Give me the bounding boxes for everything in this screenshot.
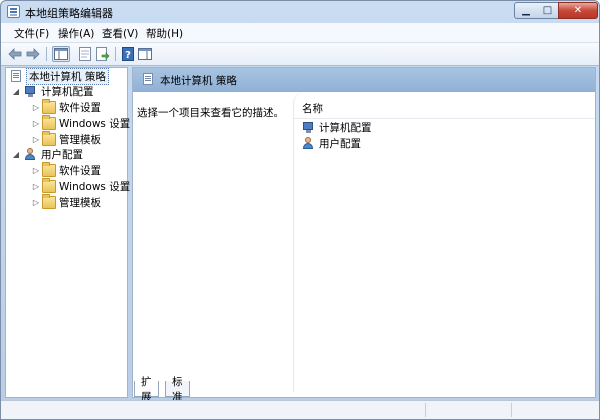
forward-icon[interactable] [25, 46, 41, 62]
status-cell [425, 403, 426, 417]
tab-extended[interactable]: 扩展 [134, 376, 159, 403]
expand-icon[interactable]: ▷ [32, 103, 40, 112]
tree-item-windows-settings[interactable]: ▷ Windows 设置 [32, 178, 131, 194]
policy-icon [141, 73, 155, 86]
tree-item-software-settings[interactable]: ▷ 软件设置 [32, 162, 101, 178]
collapse-icon[interactable]: ◢ [12, 87, 20, 96]
tab-standard[interactable]: 标准 [165, 376, 190, 403]
items-list[interactable]: 名称 计算机配置 用户配置 [293, 92, 595, 392]
tree-item-label: 计算机配置 [41, 86, 94, 98]
expand-icon[interactable]: ▷ [32, 182, 40, 191]
folder-icon [42, 99, 56, 114]
tree-item-admin-templates[interactable]: ▷ 管理模板 [32, 194, 101, 210]
tree-item-admin-templates[interactable]: ▷ 管理模板 [32, 131, 101, 147]
menu-view[interactable]: 查看(V) [102, 26, 138, 41]
details-header-title: 本地计算机 策略 [160, 75, 237, 87]
tree-item-label: 软件设置 [59, 102, 101, 114]
window-title: 本地组策略编辑器 [25, 7, 113, 20]
tree-root[interactable]: 本地计算机 策略 [9, 68, 109, 85]
tree-root-label: 本地计算机 策略 [26, 68, 109, 85]
tree-pane[interactable]: 本地计算机 策略 ◢ 计算机配置 ▷ 软件设置 ▷ Windows 设置 ▷ 管… [5, 67, 131, 398]
toolbar-separator [115, 47, 116, 61]
user-icon [302, 137, 316, 150]
menu-action[interactable]: 操作(A) [58, 26, 94, 41]
list-item-computer-config[interactable]: 计算机配置 [302, 120, 372, 135]
folder-icon [42, 131, 56, 146]
tree-item-label: Windows 设置 [59, 181, 131, 193]
tree-item-label: 管理模板 [59, 134, 101, 146]
show-action-pane-icon[interactable] [137, 46, 153, 62]
toolbar-separator [46, 47, 47, 61]
tree-item-label: Windows 设置 [59, 118, 131, 130]
policy-editor-icon [7, 5, 20, 18]
folder-icon [42, 194, 56, 209]
help-icon[interactable]: ? [120, 46, 136, 62]
user-icon [24, 148, 38, 161]
menu-file[interactable]: 文件(F) [14, 26, 49, 41]
menu-bar: 文件(F) 操作(A) 查看(V) 帮助(H) [1, 23, 599, 43]
list-item-user-config[interactable]: 用户配置 [302, 136, 361, 151]
details-pane: 本地计算机 策略 选择一个项目来查看它的描述。 名称 计算机配置 用户配置 [132, 67, 596, 398]
maximize-button[interactable]: □ [537, 2, 559, 19]
show-hide-tree-icon[interactable] [52, 46, 70, 62]
status-bar [1, 400, 599, 419]
folder-icon [42, 162, 56, 177]
computer-icon [24, 85, 38, 98]
column-header-name[interactable]: 名称 [302, 101, 323, 116]
tree-item-computer-config[interactable]: ◢ 计算机配置 [12, 84, 94, 99]
computer-icon [302, 121, 316, 134]
close-button[interactable]: ✕ [558, 2, 598, 19]
folder-icon [42, 115, 56, 130]
status-cell [511, 403, 512, 417]
list-item-label: 计算机配置 [319, 122, 372, 134]
tree-item-label: 软件设置 [59, 165, 101, 177]
policy-icon [9, 70, 23, 83]
export-list-icon[interactable] [95, 46, 111, 62]
expand-icon[interactable]: ▷ [32, 166, 40, 175]
toolbar: ? [1, 43, 599, 66]
description-text: 选择一个项目来查看它的描述。 [137, 107, 284, 119]
column-divider [294, 118, 595, 119]
details-header: 本地计算机 策略 [133, 68, 595, 92]
menu-help[interactable]: 帮助(H) [146, 26, 183, 41]
minimize-button[interactable]: ▁ [514, 2, 538, 19]
properties-icon[interactable] [77, 46, 93, 62]
tree-item-software-settings[interactable]: ▷ 软件设置 [32, 99, 101, 115]
folder-icon [42, 178, 56, 193]
back-icon[interactable] [7, 46, 23, 62]
title-bar[interactable]: 本地组策略编辑器 ▁ □ ✕ [1, 1, 599, 23]
tree-item-label: 用户配置 [41, 149, 83, 161]
expand-icon[interactable]: ▷ [32, 135, 40, 144]
tree-item-windows-settings[interactable]: ▷ Windows 设置 [32, 115, 131, 131]
collapse-icon[interactable]: ◢ [12, 150, 20, 159]
tree-item-user-config[interactable]: ◢ 用户配置 [12, 147, 83, 162]
list-item-label: 用户配置 [319, 138, 361, 150]
expand-icon[interactable]: ▷ [32, 119, 40, 128]
svg-text:?: ? [125, 50, 131, 61]
expand-icon[interactable]: ▷ [32, 198, 40, 207]
app-window: 本地组策略编辑器 ▁ □ ✕ 文件(F) 操作(A) 查看(V) 帮助(H) ? [0, 0, 600, 420]
tree-item-label: 管理模板 [59, 197, 101, 209]
